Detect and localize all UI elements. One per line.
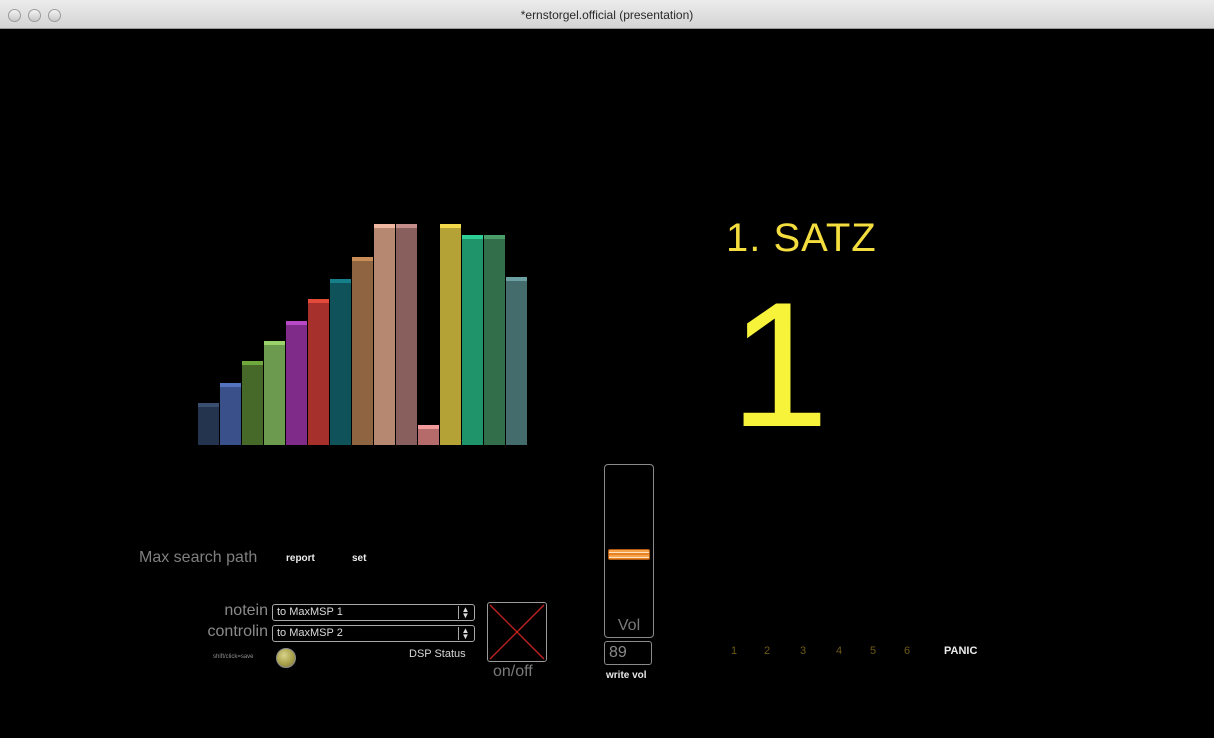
level-bar[interactable] — [462, 235, 483, 445]
level-bar[interactable] — [374, 224, 395, 445]
search-path-label: Max search path — [139, 549, 258, 566]
level-bar-cap — [484, 235, 505, 239]
level-bar[interactable] — [242, 361, 263, 445]
level-bar[interactable] — [352, 257, 373, 445]
presentation-canvas: 1. SATZ 1 Vol 89 write vol Max search pa… — [8, 30, 1206, 738]
preset-button-6[interactable]: 6 — [904, 645, 910, 657]
level-bar-cap — [462, 235, 483, 239]
level-bar[interactable] — [440, 224, 461, 445]
level-bar-cap — [242, 361, 263, 365]
level-bar-cap — [506, 277, 527, 281]
preset-button-5[interactable]: 5 — [870, 645, 876, 657]
level-bar[interactable] — [264, 341, 285, 445]
volume-slider-handle[interactable] — [608, 548, 650, 560]
level-bar[interactable] — [396, 224, 417, 445]
preset-button-4[interactable]: 4 — [836, 645, 842, 657]
report-button[interactable]: report — [286, 553, 315, 564]
section-number: 1 — [730, 265, 829, 464]
dsp-status-button[interactable]: DSP Status — [409, 648, 466, 660]
level-bar[interactable] — [484, 235, 505, 445]
dsp-toggle[interactable] — [487, 602, 547, 662]
level-bar[interactable] — [198, 403, 219, 445]
level-bar-cap — [440, 224, 461, 228]
updown-arrow-icon: ▲ ▼ — [458, 627, 472, 641]
level-bar-cap — [396, 224, 417, 228]
controlin-label: controlin — [207, 623, 268, 640]
level-bar-cap — [330, 279, 351, 283]
preset-button-2[interactable]: 2 — [764, 645, 770, 657]
level-bar-cap — [374, 224, 395, 228]
level-bar[interactable] — [286, 321, 307, 445]
level-bar-cap — [264, 341, 285, 345]
volume-number-box[interactable]: 89 — [604, 641, 652, 665]
level-bar-cap — [220, 383, 241, 387]
preset-button-3[interactable]: 3 — [800, 645, 806, 657]
save-button[interactable] — [276, 648, 296, 668]
level-bar-cap — [198, 403, 219, 407]
level-bar[interactable] — [506, 277, 527, 445]
controlin-menu[interactable]: to MaxMSP 2 ▲ ▼ — [272, 625, 475, 642]
title-bar: *ernstorgel.official (presentation) — [0, 0, 1214, 29]
volume-slider[interactable]: Vol — [604, 464, 654, 638]
controlin-value: to MaxMSP 2 — [277, 627, 343, 639]
panic-button[interactable]: PANIC — [944, 645, 977, 657]
shift-click-note: shift/click=save — [213, 654, 254, 660]
section-title: 1. SATZ — [726, 216, 877, 260]
window-title: *ernstorgel.official (presentation) — [520, 8, 694, 22]
level-bar-cap — [286, 321, 307, 325]
level-bar-cap — [352, 257, 373, 261]
level-bar[interactable] — [220, 383, 241, 445]
updown-arrow-icon: ▲ ▼ — [458, 606, 472, 620]
preset-button-1[interactable]: 1 — [731, 645, 737, 657]
level-bar[interactable] — [418, 425, 439, 445]
level-bar-cap — [418, 425, 439, 429]
notein-menu[interactable]: to MaxMSP 1 ▲ ▼ — [272, 604, 475, 621]
level-bar-cap — [308, 299, 329, 303]
volume-label: Vol — [617, 617, 641, 634]
notein-label: notein — [224, 602, 268, 619]
set-button[interactable]: set — [352, 553, 366, 564]
onoff-label: on/off — [493, 663, 533, 680]
toggle-off-x-icon — [489, 604, 545, 660]
notein-value: to MaxMSP 1 — [277, 606, 343, 618]
write-vol-button[interactable]: write vol — [606, 670, 647, 681]
level-bar[interactable] — [308, 299, 329, 445]
max-window: *ernstorgel.official (presentation) 1. S… — [0, 0, 1214, 738]
level-bar[interactable] — [330, 279, 351, 445]
